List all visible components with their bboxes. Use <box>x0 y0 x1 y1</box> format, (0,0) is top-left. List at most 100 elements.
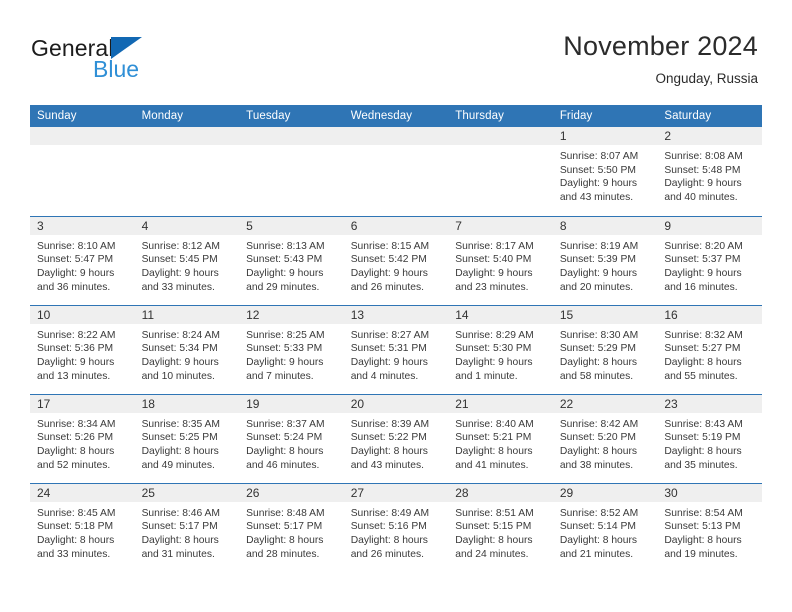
day-cell-inner: 9 Sunrise: 8:20 AM Sunset: 5:37 PM Daylight… <box>657 216 762 305</box>
day-cell-inner: 30 Sunrise: 8:54 AM Sunset: 5:13 PM Dayligh… <box>657 483 762 573</box>
calendar-day-cell[interactable]: 20 Sunrise: 8:39 AM Sunset: 5:22 PM Dayligh… <box>343 393 449 483</box>
day-cell-inner <box>343 127 449 216</box>
sunrise-text: Sunrise: 8:32 AM <box>664 329 743 341</box>
sunrise-text: Sunrise: 8:13 AM <box>246 240 325 252</box>
general-blue-logo[interactable]: General Blue <box>31 36 241 90</box>
calendar-day-cell[interactable]: 7 Sunrise: 8:17 AM Sunset: 5:40 PM Daylight… <box>448 215 553 305</box>
calendar-day-cell[interactable]: 12 Sunrise: 8:25 AM Sunset: 5:33 PM Dayligh… <box>239 304 344 394</box>
calendar-day-cell[interactable]: 19 Sunrise: 8:37 AM Sunset: 5:24 PM Dayligh… <box>239 393 344 483</box>
day-number: 26 <box>239 483 344 502</box>
day-cell-inner: 11 Sunrise: 8:24 AM Sunset: 5:34 PM Dayligh… <box>134 305 240 394</box>
daylight-text-line2: and 40 minutes. <box>664 192 738 204</box>
day-sun-info: Sunrise: 8:34 AM Sunset: 5:26 PM Daylight:… <box>30 413 135 473</box>
sunset-text: Sunset: 5:16 PM <box>350 521 427 533</box>
daylight-text-line1: Daylight: 8 hours <box>664 356 742 368</box>
sunset-text: Sunset: 5:17 PM <box>141 521 218 533</box>
calendar-day-cell[interactable]: 10 Sunrise: 8:22 AM Sunset: 5:36 PM Dayligh… <box>30 304 135 394</box>
calendar-week-row: 10 Sunrise: 8:22 AM Sunset: 5:36 PM Dayligh… <box>30 304 762 394</box>
daylight-text-line1: Daylight: 9 hours <box>37 267 115 279</box>
sunset-text: Sunset: 5:27 PM <box>664 343 741 355</box>
calendar-day-cell[interactable]: 24 Sunrise: 8:45 AM Sunset: 5:18 PM Dayligh… <box>30 482 135 572</box>
calendar-day-cell[interactable]: 14 Sunrise: 8:29 AM Sunset: 5:30 PM Dayligh… <box>448 304 553 394</box>
day-sun-info: Sunrise: 8:54 AM Sunset: 5:13 PM Daylight:… <box>657 502 762 562</box>
day-number: 29 <box>552 483 658 502</box>
calendar-day-cell[interactable]: 3 Sunrise: 8:10 AM Sunset: 5:47 PM Daylight… <box>30 215 135 305</box>
sunset-text: Sunset: 5:15 PM <box>455 521 532 533</box>
daylight-text-line2: and 41 minutes. <box>455 459 529 471</box>
day-cell-inner: 28 Sunrise: 8:51 AM Sunset: 5:15 PM Dayligh… <box>448 483 553 573</box>
calendar-day-cell[interactable]: 2 Sunrise: 8:08 AM Sunset: 5:48 PM Daylight… <box>657 127 762 216</box>
calendar-day-cell[interactable]: 4 Sunrise: 8:12 AM Sunset: 5:45 PM Daylight… <box>134 215 240 305</box>
sunrise-text: Sunrise: 8:43 AM <box>664 418 743 430</box>
calendar-day-cell[interactable]: 1 Sunrise: 8:07 AM Sunset: 5:50 PM Daylight… <box>552 127 658 216</box>
sunset-text: Sunset: 5:31 PM <box>350 343 427 355</box>
calendar-day-cell[interactable]: 23 Sunrise: 8:43 AM Sunset: 5:19 PM Dayligh… <box>657 393 762 483</box>
calendar-day-cell[interactable]: 29 Sunrise: 8:52 AM Sunset: 5:14 PM Dayligh… <box>552 482 658 572</box>
day-number: 15 <box>552 305 658 324</box>
calendar-day-cell[interactable]: 6 Sunrise: 8:15 AM Sunset: 5:42 PM Daylight… <box>343 215 449 305</box>
calendar-day-cell[interactable]: 28 Sunrise: 8:51 AM Sunset: 5:15 PM Dayligh… <box>448 482 553 573</box>
daylight-text-line2: and 7 minutes. <box>246 370 314 382</box>
day-sun-info: Sunrise: 8:37 AM Sunset: 5:24 PM Daylight:… <box>239 413 344 473</box>
sunrise-text: Sunrise: 8:29 AM <box>455 329 534 341</box>
calendar-day-cell[interactable]: 8 Sunrise: 8:19 AM Sunset: 5:39 PM Daylight… <box>552 215 658 305</box>
weekday-header-thursday: Thursday <box>448 105 553 127</box>
daylight-text-line1: Daylight: 8 hours <box>246 534 324 546</box>
daylight-text-line1: Daylight: 9 hours <box>559 178 638 190</box>
day-cell-inner <box>239 127 344 216</box>
calendar-day-cell[interactable]: 9 Sunrise: 8:20 AM Sunset: 5:37 PM Daylight… <box>657 215 762 305</box>
daylight-text-line2: and 49 minutes. <box>141 459 215 471</box>
sunrise-text: Sunrise: 8:39 AM <box>350 418 430 430</box>
calendar-day-cell[interactable]: 26 Sunrise: 8:48 AM Sunset: 5:17 PM Dayligh… <box>239 482 344 572</box>
calendar-day-cell[interactable]: 17 Sunrise: 8:34 AM Sunset: 5:26 PM Dayligh… <box>30 393 135 483</box>
day-cell-inner: 5 Sunrise: 8:13 AM Sunset: 5:43 PM Daylight… <box>239 216 344 305</box>
calendar-day-cell[interactable]: 16 Sunrise: 8:32 AM Sunset: 5:27 PM Dayligh… <box>657 304 762 394</box>
weekday-header-sunday: Sunday <box>30 105 135 127</box>
daylight-text-line1: Daylight: 9 hours <box>350 267 428 279</box>
sunrise-text: Sunrise: 8:51 AM <box>455 507 534 519</box>
calendar-day-cell[interactable]: 15 Sunrise: 8:30 AM Sunset: 5:29 PM Dayligh… <box>552 304 658 394</box>
calendar-day-cell-empty <box>239 127 344 216</box>
sunset-text: Sunset: 5:26 PM <box>37 432 114 444</box>
calendar-day-cell[interactable]: 5 Sunrise: 8:13 AM Sunset: 5:43 PM Daylight… <box>239 215 344 305</box>
calendar-day-cell[interactable]: 13 Sunrise: 8:27 AM Sunset: 5:31 PM Dayligh… <box>343 304 449 394</box>
sunset-text: Sunset: 5:14 PM <box>559 521 636 533</box>
weekday-header-saturday: Saturday <box>657 105 762 127</box>
sunset-text: Sunset: 5:40 PM <box>455 254 532 266</box>
calendar-day-cell[interactable]: 18 Sunrise: 8:35 AM Sunset: 5:25 PM Dayligh… <box>134 393 240 483</box>
daylight-text-line2: and 4 minutes. <box>350 370 419 382</box>
day-number: 21 <box>448 394 553 413</box>
day-cell-inner: 18 Sunrise: 8:35 AM Sunset: 5:25 PM Dayligh… <box>134 394 240 483</box>
sunset-text: Sunset: 5:20 PM <box>559 432 636 444</box>
sunset-text: Sunset: 5:13 PM <box>664 521 741 533</box>
day-sun-info: Sunrise: 8:35 AM Sunset: 5:25 PM Daylight:… <box>135 413 240 473</box>
day-cell-inner: 16 Sunrise: 8:32 AM Sunset: 5:27 PM Dayligh… <box>657 305 762 394</box>
day-sun-info: Sunrise: 8:12 AM Sunset: 5:45 PM Daylight:… <box>135 235 240 295</box>
sunrise-text: Sunrise: 8:20 AM <box>664 240 743 252</box>
daylight-text-line1: Daylight: 8 hours <box>37 445 115 457</box>
day-cell-inner: 10 Sunrise: 8:22 AM Sunset: 5:36 PM Dayligh… <box>30 305 135 394</box>
daylight-text-line1: Daylight: 8 hours <box>246 445 324 457</box>
day-cell-inner <box>30 127 135 216</box>
daylight-text-line1: Daylight: 8 hours <box>559 534 638 546</box>
calendar-day-cell[interactable]: 30 Sunrise: 8:54 AM Sunset: 5:13 PM Dayligh… <box>657 482 762 573</box>
day-sun-info: Sunrise: 8:42 AM Sunset: 5:20 PM Daylight:… <box>553 413 658 473</box>
calendar-day-cell[interactable]: 11 Sunrise: 8:24 AM Sunset: 5:34 PM Dayligh… <box>134 304 240 394</box>
weekday-header-row: Sunday Monday Tuesday Wednesday Thursday… <box>30 105 762 127</box>
weekday-header-tuesday: Tuesday <box>239 105 344 127</box>
calendar-day-cell[interactable]: 22 Sunrise: 8:42 AM Sunset: 5:20 PM Dayligh… <box>552 393 658 483</box>
calendar-day-cell[interactable]: 27 Sunrise: 8:49 AM Sunset: 5:16 PM Dayligh… <box>343 482 449 572</box>
sunset-text: Sunset: 5:47 PM <box>37 254 114 266</box>
sunrise-text: Sunrise: 8:17 AM <box>455 240 534 252</box>
daylight-text-line1: Daylight: 9 hours <box>141 267 219 279</box>
sunrise-text: Sunrise: 8:46 AM <box>141 507 220 519</box>
day-cell-inner: 4 Sunrise: 8:12 AM Sunset: 5:45 PM Daylight… <box>134 216 240 305</box>
calendar-day-cell[interactable]: 25 Sunrise: 8:46 AM Sunset: 5:17 PM Dayligh… <box>134 482 240 572</box>
day-number: 7 <box>448 216 553 235</box>
daylight-text-line1: Daylight: 8 hours <box>37 534 115 546</box>
weekday-header-monday: Monday <box>134 105 240 127</box>
calendar-day-cell[interactable]: 21 Sunrise: 8:40 AM Sunset: 5:21 PM Dayligh… <box>448 393 553 483</box>
sunrise-text: Sunrise: 8:24 AM <box>141 329 220 341</box>
day-number: 16 <box>657 305 762 324</box>
daylight-text-line2: and 31 minutes. <box>141 548 215 560</box>
